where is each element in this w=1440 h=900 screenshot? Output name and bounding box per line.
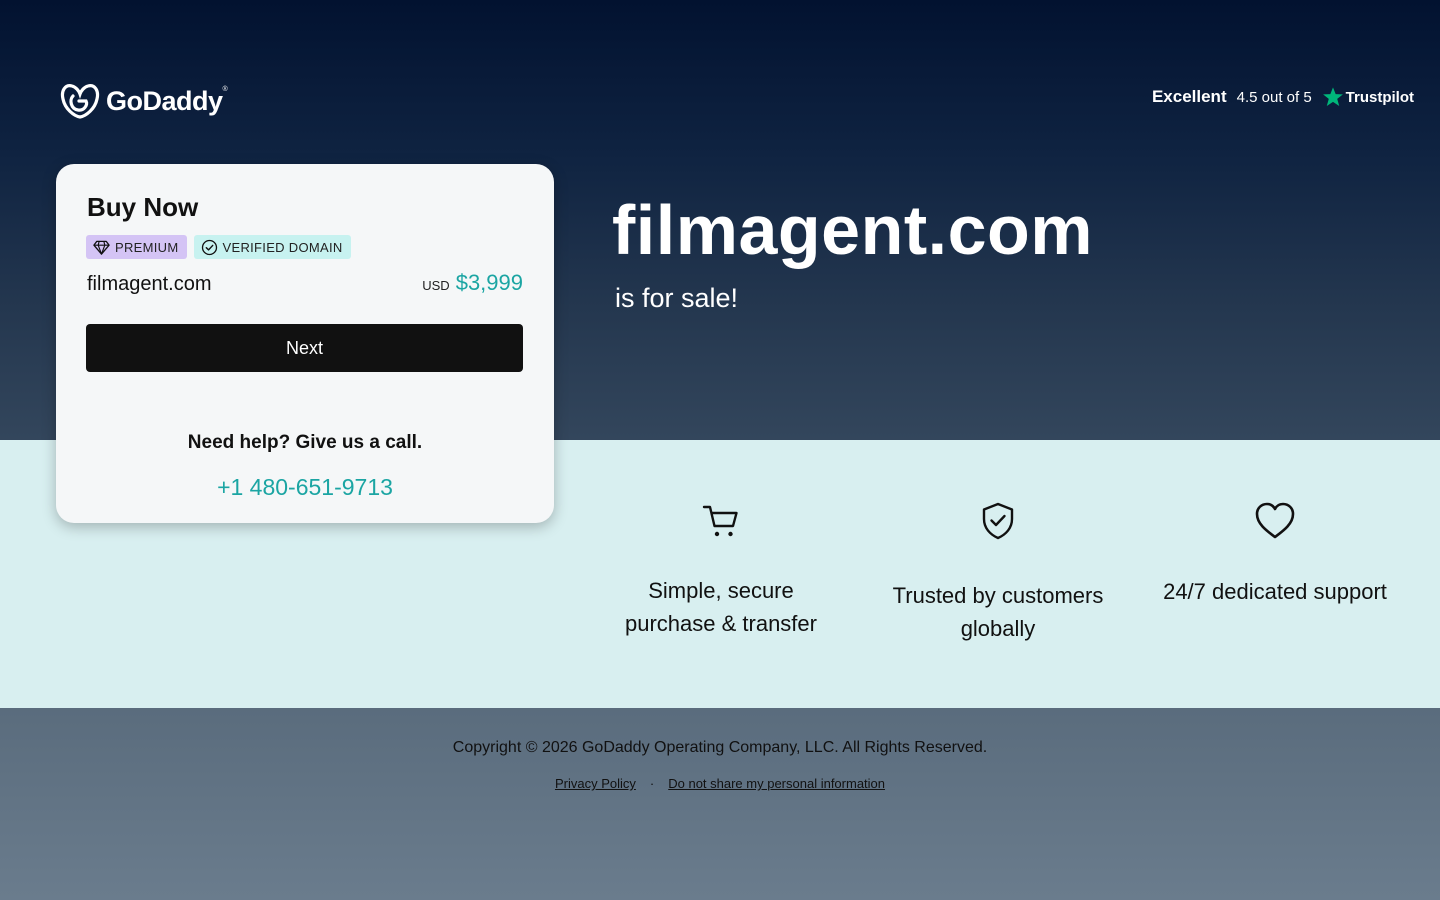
feature-label-line1: 24/7 dedicated support [1163,579,1387,604]
star-icon [1322,87,1343,106]
feature-label-line1: Trusted by customers [892,583,1104,608]
hero-tagline: is for sale! [615,283,739,313]
feature-trusted: Trusted by customers globally [868,501,1128,645]
premium-badge-label: PREMIUM [115,239,179,255]
feature-support: 24/7 dedicated support [1135,501,1415,608]
help-text: Need help? Give us a call. [187,432,423,453]
copyright-text: Copyright © 2026 GoDaddy Operating Compa… [452,739,988,756]
feature-label: Trusted by customers globally [868,579,1128,645]
buy-now-title: Buy Now [87,192,199,222]
privacy-policy-link[interactable]: Privacy Policy [555,776,636,791]
godaddy-logo-icon [60,84,100,119]
godaddy-logo[interactable]: GoDaddy® [60,82,228,120]
check-circle-icon [201,239,217,255]
feature-label-line2: globally [960,616,1036,641]
verified-domain-badge: VERIFIED DOMAIN [193,235,351,259]
price: USD $3,999 [422,270,523,296]
domain-price-row: filmagent.com USD $3,999 [87,270,523,296]
phone-link[interactable]: +1 480-651-9713 [56,474,554,501]
trustpilot-brand: Trustpilot [1345,88,1414,106]
trustpilot-score: 4.5 out of 5 [1236,88,1312,106]
feature-secure-purchase: Simple, secure purchase & transfer [601,503,841,640]
heart-icon [1255,502,1295,539]
footer [0,708,1440,900]
feature-label-line2: purchase & transfer [625,611,817,636]
feature-label: 24/7 dedicated support [1135,575,1415,608]
footer-links: Privacy Policy · Do not share my persona… [0,776,1440,791]
next-button[interactable]: Next [86,324,523,372]
price-value: $3,999 [455,270,523,295]
feature-label-line1: Simple, secure [648,578,794,603]
shield-check-icon [982,502,1014,540]
logo-text: GoDaddy [106,85,223,116]
hero-domain-title: filmagent.com [612,191,1094,269]
card-domain-name: filmagent.com [87,273,212,295]
trademark: ® [222,85,228,93]
diamond-icon [93,240,110,255]
currency-code: USD [422,278,450,293]
verified-domain-badge-label: VERIFIED DOMAIN [222,239,343,255]
footer-link-separator: · [649,776,655,791]
trustpilot-rating[interactable]: Excellent 4.5 out of 5 Trustpilot [1152,86,1414,108]
buy-now-card: Buy Now PREMIUM VERIFIED DOMAIN filmagen… [56,164,554,523]
cart-icon [702,505,738,537]
badges: PREMIUM VERIFIED DOMAIN [86,235,351,259]
trustpilot-rating-word: Excellent [1151,87,1227,106]
do-not-share-link[interactable]: Do not share my personal information [668,776,885,791]
premium-badge: PREMIUM [86,235,187,259]
feature-label: Simple, secure purchase & transfer [601,574,841,640]
